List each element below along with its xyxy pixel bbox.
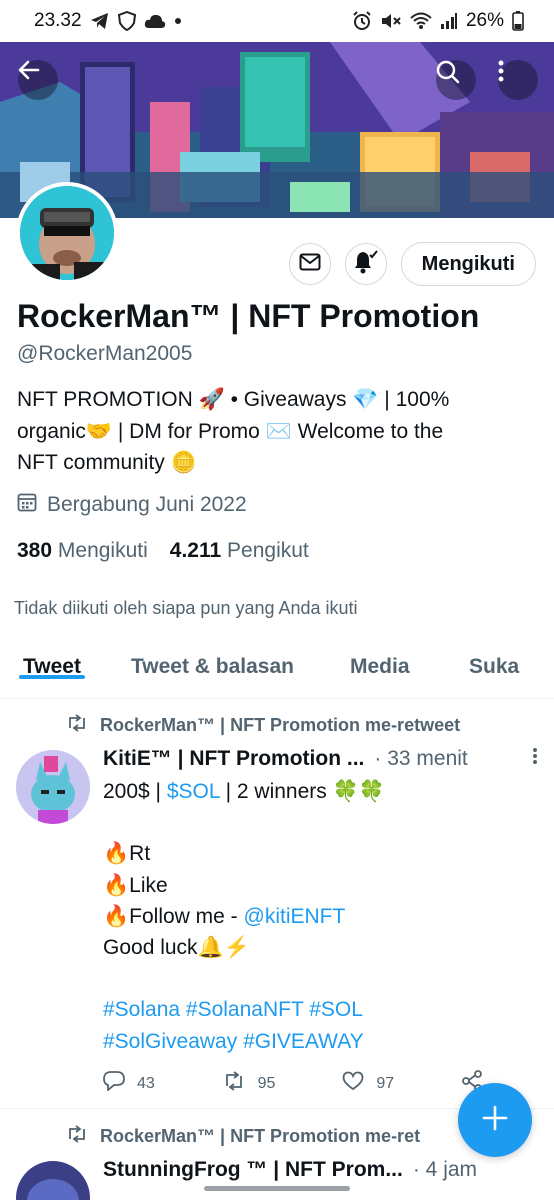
compose-tweet-button[interactable]	[458, 1083, 532, 1157]
tab-tweet-replies[interactable]: Tweet & balasan	[131, 640, 294, 679]
tweet-text: | 2 winners 🍀🍀	[219, 780, 385, 803]
tweet-header: KitiE™ | NFT Promotion ... · 33 menit	[103, 747, 538, 771]
joined-text: Bergabung Juni 2022	[47, 493, 247, 516]
retweet-text: RockerMan™ | NFT Promotion me-ret	[100, 1126, 421, 1146]
tweet-time: · 33 menit	[374, 747, 468, 770]
following-button[interactable]: Mengikuti	[400, 242, 536, 286]
home-indicator[interactable]	[204, 1186, 350, 1191]
calendar-icon	[17, 492, 37, 518]
retweet-text: RockerMan™ | NFT Promotion me-retweet	[100, 715, 461, 735]
retweet-button[interactable]: 95	[222, 1070, 276, 1097]
profile-name: RockerMan™ | NFT Promotion	[17, 298, 480, 334]
status-bar: 23.32 26%	[0, 0, 554, 42]
avatar-cat-image	[16, 750, 90, 824]
wifi-icon	[410, 12, 432, 30]
tweet-text: 🔥Follow me -	[103, 904, 244, 928]
battery-icon	[512, 11, 524, 31]
tweet-actions: 43 95 97	[103, 1070, 483, 1097]
reply-count: 43	[137, 1074, 155, 1092]
cashtag-link[interactable]: $SOL	[167, 780, 220, 803]
message-button[interactable]	[288, 243, 331, 285]
like-button[interactable]: 97	[342, 1070, 394, 1097]
tab-tweet[interactable]: Tweet	[19, 640, 85, 679]
hashtag-links[interactable]: #Solana #SolanaNFT #SOL	[103, 994, 533, 1025]
tab-likes[interactable]: Suka	[469, 640, 519, 679]
tweet-text: 200$ |	[103, 780, 167, 803]
notifications-button[interactable]	[344, 243, 387, 285]
profile-handle: @RockerMan2005	[17, 342, 193, 365]
avatar-frog-image	[16, 1161, 90, 1200]
tweet-avatar[interactable]	[16, 1161, 90, 1200]
profile-bio: NFT PROMOTION 🚀 • Giveaways 💎 | 100% org…	[17, 384, 537, 479]
follow-stats: 380 Mengikuti 4.211 Pengikut	[17, 539, 309, 563]
joined-date: Bergabung Juni 2022	[17, 492, 247, 518]
dot-icon	[174, 17, 182, 25]
retweet-indicator: RockerMan™ | NFT Promotion me-ret	[66, 1125, 420, 1148]
avatar-ape-image	[20, 186, 114, 280]
tweet-body: 200$ | $SOL | 2 winners 🍀🍀 🔥Rt 🔥Like 🔥Fo…	[103, 776, 533, 1057]
search-button[interactable]	[436, 60, 476, 100]
retweet-count: 95	[257, 1074, 276, 1092]
battery-percent: 26%	[465, 10, 504, 31]
retweet-icon	[66, 1125, 88, 1148]
telegram-icon	[90, 12, 110, 30]
hashtag-links[interactable]: #SolGiveaway #GIVEAWAY	[103, 1026, 533, 1057]
following-label: Mengikuti	[57, 539, 148, 562]
tweet-text: 🔥Like	[103, 873, 168, 897]
tweet-author[interactable]: KitiE™ | NFT Promotion ...	[103, 747, 364, 771]
tweet-author[interactable]: StunningFrog ™ | NFT Prom...	[103, 1158, 403, 1182]
profile-avatar[interactable]	[16, 182, 118, 284]
retweet-icon	[222, 1071, 246, 1096]
tweet-header: StunningFrog ™ | NFT Prom... · 4 jam	[103, 1158, 538, 1182]
signal-icon	[440, 12, 458, 30]
retweet-icon	[66, 714, 88, 737]
mute-icon	[380, 11, 402, 31]
mention-link[interactable]: @kitiENFT	[244, 905, 346, 928]
followers-label: Pengikut	[227, 539, 309, 562]
followers-stat[interactable]: 4.211 Pengikut	[170, 539, 309, 563]
bio-line: NFT community 🪙	[17, 451, 197, 474]
like-count: 97	[376, 1074, 395, 1092]
not-followed-notice: Tidak diikuti oleh siapa pun yang Anda i…	[14, 598, 358, 618]
tweet-more-button[interactable]	[532, 747, 538, 771]
tweet-text: 🔥Rt	[103, 842, 151, 866]
shield-icon	[117, 11, 136, 31]
cloud-icon	[144, 13, 166, 29]
bio-line: NFT PROMOTION 🚀 • Giveaways 💎 | 100%	[17, 388, 450, 411]
profile-tabs: Tweet Tweet & balasan Media Suka	[0, 640, 554, 699]
plus-icon	[481, 1104, 509, 1137]
following-stat[interactable]: 380 Mengikuti	[17, 539, 148, 563]
clock: 23.32	[34, 10, 82, 31]
tab-media[interactable]: Media	[350, 640, 410, 679]
tweet-text: Good luck🔔⚡	[103, 936, 250, 960]
tweet-item[interactable]: RockerMan™ | NFT Promotion me-retweet Ki…	[0, 700, 554, 1108]
heart-icon	[342, 1071, 364, 1096]
tweet-avatar[interactable]	[16, 750, 90, 824]
bell-check-icon	[353, 249, 379, 279]
profile-actions: Mengikuti	[288, 242, 536, 286]
followers-count: 4.211	[169, 539, 222, 562]
more-options-button[interactable]	[498, 60, 538, 100]
retweet-indicator: RockerMan™ | NFT Promotion me-retweet	[66, 714, 460, 737]
bio-line: organic🤝 | DM for Promo ✉️ Welcome to th…	[17, 419, 444, 443]
envelope-icon	[299, 253, 321, 276]
following-count: 380	[17, 539, 53, 562]
reply-icon	[103, 1071, 125, 1096]
more-vertical-icon	[532, 748, 538, 770]
back-button[interactable]	[18, 60, 58, 100]
reply-button[interactable]: 43	[103, 1070, 155, 1097]
tweet-time: · 4 jam	[412, 1158, 478, 1181]
alarm-icon	[352, 11, 372, 31]
